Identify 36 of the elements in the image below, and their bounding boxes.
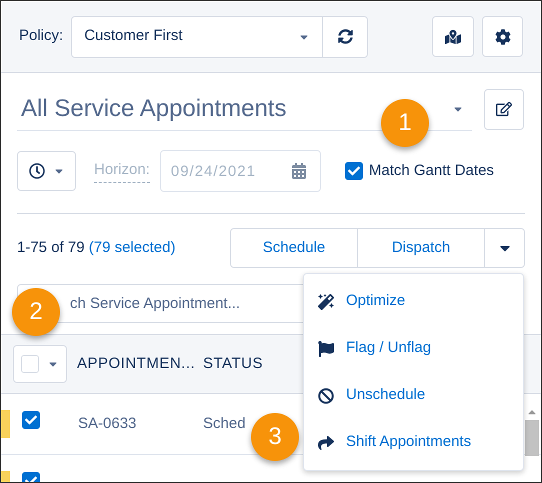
column-header[interactable]: APPOINTMEN...	[77, 352, 203, 376]
policy-label: Policy:	[19, 26, 64, 46]
menu-item[interactable]: Shift Appointments	[304, 422, 523, 462]
policy-select[interactable]: Customer First	[71, 16, 368, 58]
time-dropdown[interactable]	[17, 151, 76, 191]
checkbox[interactable]	[22, 411, 40, 429]
table-cell-text: Sched	[203, 414, 246, 434]
share-arrow-icon	[318, 434, 334, 450]
magic-wand-icon	[318, 294, 334, 310]
record-count: 1-75 of 79 (79 selected)	[17, 238, 176, 258]
checkbox[interactable]	[344, 162, 363, 180]
prohibited-icon	[318, 388, 334, 404]
map-icon	[445, 28, 461, 44]
date-field[interactable]: 09/24/2021	[160, 150, 321, 192]
edit-button[interactable]	[484, 88, 524, 130]
match-gantt-label: Match Gantt Dates	[368, 160, 494, 181]
checkmark-icon	[25, 414, 37, 426]
callout-number: 2	[12, 288, 60, 336]
map-button[interactable]	[432, 16, 474, 57]
edit-icon	[496, 101, 512, 117]
table-cell-text: SA-0633	[78, 414, 138, 434]
checkmark-icon	[348, 165, 360, 177]
callout-number: 3	[251, 413, 299, 461]
action-button[interactable]: Dispatch	[358, 229, 485, 267]
calendar-icon	[290, 163, 307, 179]
action-button[interactable]: Schedule	[231, 229, 358, 267]
settings-icon	[494, 28, 510, 44]
callout-number: 1	[381, 99, 429, 147]
flag-icon	[318, 340, 334, 356]
horizon-label: Horizon:	[94, 159, 150, 183]
menu-item[interactable]: Unschedule	[304, 376, 523, 416]
menu-item[interactable]: Flag / Unflag	[304, 328, 523, 368]
clock-icon	[28, 163, 44, 179]
column-header[interactable]: STATUS	[203, 352, 263, 376]
refresh-icon[interactable]	[338, 29, 353, 44]
settings-button[interactable]	[482, 16, 523, 57]
